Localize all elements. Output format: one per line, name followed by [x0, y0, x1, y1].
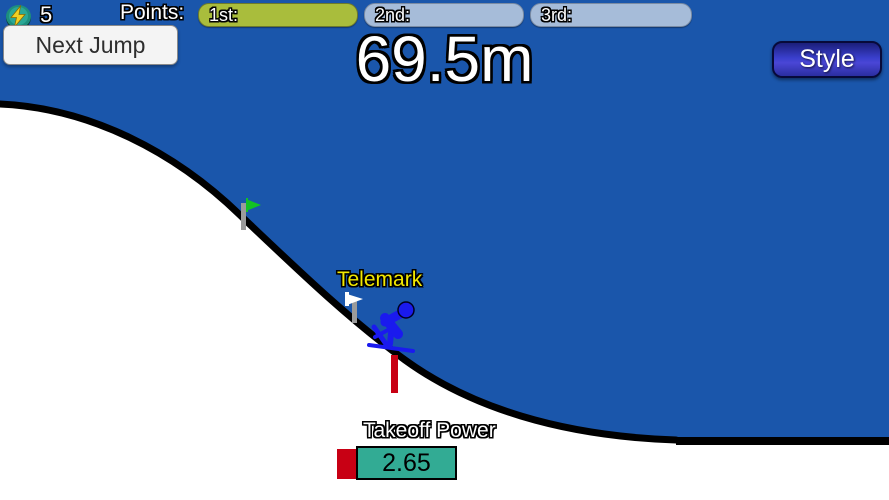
- next-jump-button[interactable]: Next Jump: [3, 25, 178, 65]
- takeoff-line-marker: [391, 355, 398, 393]
- rank-bar-third[interactable]: 3rd:: [530, 3, 692, 27]
- game-screen: 5 Points: 1st: 2nd: 3rd: 69.5m Next Jump…: [0, 0, 889, 500]
- takeoff-power-meter: 2.65: [337, 446, 457, 480]
- gate-flag-cloth-edge: [246, 198, 248, 212]
- style-button[interactable]: Style: [772, 41, 882, 78]
- rank-bar-first[interactable]: 1st:: [198, 3, 358, 27]
- takeoff-power-value-box: 2.65: [356, 446, 457, 480]
- style-button-label: Style: [799, 45, 855, 73]
- wind-flag-pole: [352, 300, 357, 323]
- rank-third-label: 3rd:: [541, 5, 573, 25]
- points-label: Points:: [120, 1, 185, 24]
- trick-name-label: Telemark: [337, 268, 423, 291]
- takeoff-power-value: 2.65: [382, 448, 431, 477]
- rank-first-label: 1st:: [209, 5, 239, 25]
- gate-flag-pole: [241, 203, 246, 230]
- takeoff-power-label: Takeoff Power: [363, 419, 496, 442]
- skier-head: [397, 301, 415, 319]
- wind-flag-cloth-edge: [345, 292, 349, 306]
- next-jump-button-label: Next Jump: [35, 31, 146, 58]
